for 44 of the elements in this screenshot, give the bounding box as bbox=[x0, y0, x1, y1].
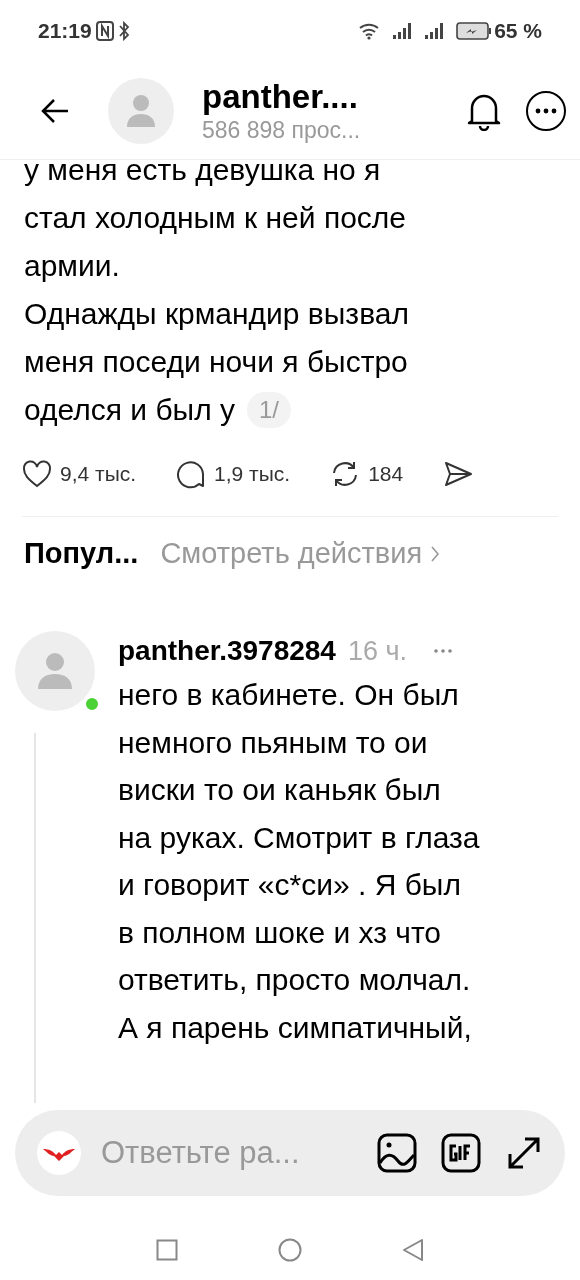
profile-name[interactable]: panther.... bbox=[202, 77, 462, 116]
views-count: 586 898 прос... bbox=[202, 115, 362, 144]
post-text-line: оделся и был у bbox=[24, 392, 235, 428]
nfc-icon bbox=[95, 21, 114, 41]
like-button[interactable]: 9,4 тыс. bbox=[22, 458, 137, 490]
post-text-line: армии. bbox=[24, 248, 121, 284]
back-arrow-icon bbox=[40, 97, 70, 124]
heart-icon bbox=[22, 460, 52, 488]
comment-button[interactable]: 1,9 тыс. bbox=[176, 458, 291, 490]
post-text-line: у меня есть девушка но я bbox=[24, 152, 382, 188]
comment-username[interactable]: panther.3978284 bbox=[118, 630, 336, 672]
post-text-line: стал холодным к ней после bbox=[24, 200, 407, 236]
comment-text-line: немного пьяным то ои bbox=[118, 724, 429, 761]
comment-text-line: в полном шоке и хз что bbox=[118, 914, 443, 951]
person-icon bbox=[126, 93, 156, 128]
comment-text-line: него в кабинете. Он был bbox=[118, 677, 460, 713]
status-time: 21:19 bbox=[38, 18, 92, 45]
battery-percentage: 65 % bbox=[494, 18, 542, 45]
more-icon[interactable] bbox=[433, 648, 454, 654]
recents-icon[interactable] bbox=[156, 1239, 178, 1261]
post-text-line: меня поседи ночи я быстро bbox=[24, 344, 409, 380]
comment-text-line: ответить, просто молчал. bbox=[118, 962, 472, 998]
send-icon bbox=[443, 461, 474, 487]
bluetooth-icon bbox=[117, 21, 130, 41]
page-counter: 1/ bbox=[247, 392, 291, 428]
speech-bubble-icon bbox=[176, 459, 207, 489]
gif-icon[interactable] bbox=[441, 1133, 481, 1173]
image-icon[interactable] bbox=[377, 1133, 417, 1173]
comment-text-line: А я парень симпатичный, bbox=[118, 1009, 473, 1046]
person-icon bbox=[37, 652, 73, 690]
share-button[interactable] bbox=[443, 461, 474, 487]
battery-icon bbox=[456, 22, 493, 40]
comment-time: 16 ч. bbox=[347, 634, 408, 668]
more-button[interactable] bbox=[526, 90, 566, 131]
repost-button[interactable]: 184 bbox=[330, 458, 404, 490]
more-icon bbox=[535, 107, 557, 114]
sort-label[interactable]: Попул... bbox=[24, 532, 139, 576]
comment-text-line: на руках. Смотрит в глаза bbox=[118, 819, 481, 856]
home-icon[interactable] bbox=[278, 1238, 302, 1262]
back-icon[interactable] bbox=[402, 1238, 424, 1262]
chevron-right-icon bbox=[430, 545, 441, 563]
comment-text-line: виски то ои каньяк был bbox=[118, 772, 442, 808]
comment-text-line: и говорит «с*си» . Я был bbox=[118, 867, 462, 903]
post-text-line: Однажды крмандир вызвал bbox=[24, 296, 410, 332]
